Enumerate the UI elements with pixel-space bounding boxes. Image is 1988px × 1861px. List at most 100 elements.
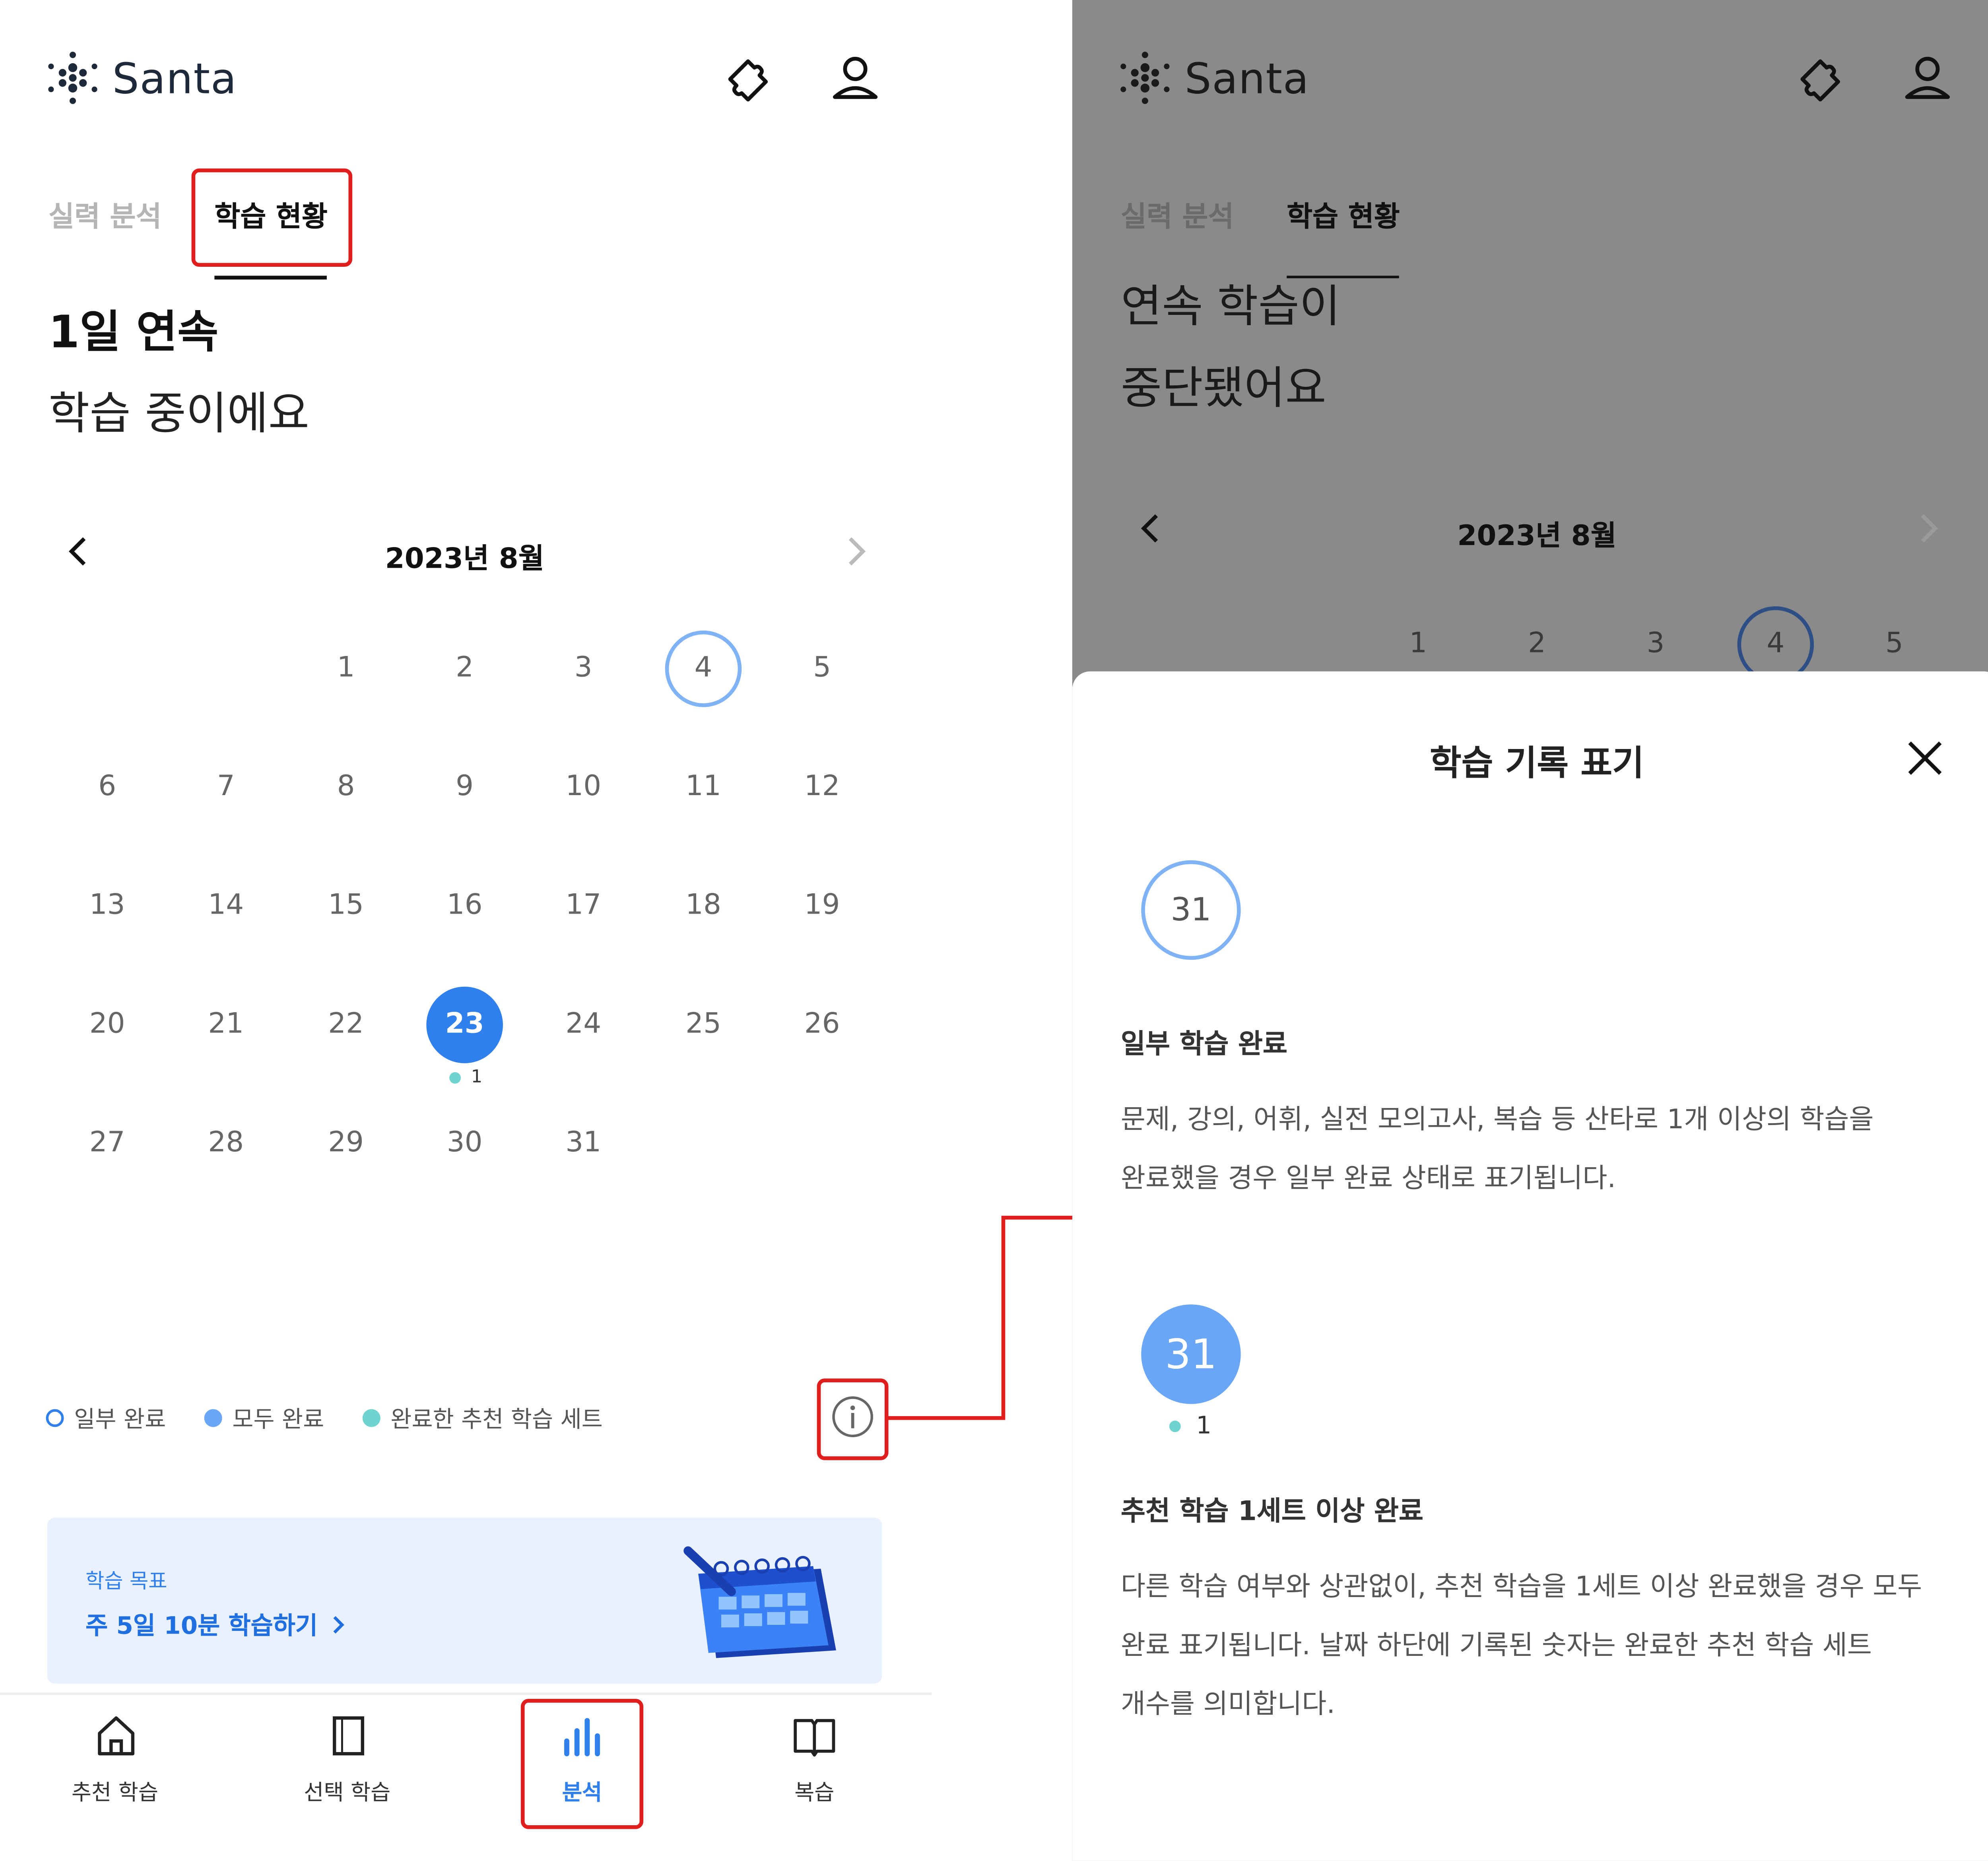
calendar-day[interactable]: 26 bbox=[784, 987, 860, 1063]
nav-recommended-label: 추천 학습 bbox=[71, 1780, 159, 1806]
nav-recommended[interactable]: 추천 학습 bbox=[38, 1710, 191, 1812]
bottom-nav-divider bbox=[0, 1692, 932, 1695]
calendar-day-partial[interactable]: 4 bbox=[665, 630, 742, 707]
right-screen: Santa 실력 분석 학습 현황 연속 학습이 중단됐어요 2023년 8월 … bbox=[1072, 0, 1988, 1861]
santa-logo-dimmed: Santa bbox=[1118, 49, 1309, 107]
calendar-legend: 일부 완료 모두 완료 완료한 추천 학습 세트 bbox=[46, 1401, 603, 1434]
santa-logo-icon bbox=[48, 52, 97, 104]
prev-month-button bbox=[1134, 510, 1169, 546]
legend-partial: 일부 완료 bbox=[46, 1401, 166, 1434]
streak-broken-line2: 중단됐어요 bbox=[1120, 363, 1326, 415]
day-set-count: 1 bbox=[449, 1067, 482, 1087]
calendar-day[interactable]: 8 bbox=[308, 749, 384, 826]
streak-title: 1일 연속 bbox=[48, 307, 219, 359]
calendar-month-label: 2023년 8월 bbox=[385, 543, 544, 576]
close-icon[interactable] bbox=[1902, 735, 1948, 781]
streak-subtitle: 학습 중이에요 bbox=[48, 389, 309, 441]
highlight-box-info bbox=[817, 1378, 889, 1460]
teal-dot bbox=[449, 1071, 461, 1083]
app-name-dimmed: Santa bbox=[1184, 53, 1310, 103]
calendar-day[interactable]: 16 bbox=[426, 868, 503, 945]
goal-link[interactable]: 주 5일 10분 학습하기 bbox=[85, 1607, 348, 1642]
calendar-day[interactable]: 25 bbox=[665, 987, 742, 1063]
partial-desc-line1: 문제, 강의, 어휘, 실전 모의고사, 복습 등 산타로 1개 이상의 학습을 bbox=[1120, 1104, 1874, 1135]
calendar-day[interactable]: 13 bbox=[69, 868, 146, 945]
example-set-count: 1 bbox=[1169, 1412, 1211, 1440]
calendar-day[interactable]: 1 bbox=[308, 631, 384, 707]
calendar-day[interactable]: 30 bbox=[426, 1105, 503, 1182]
goal-link-text: 주 5일 10분 학습하기 bbox=[85, 1612, 318, 1640]
calendar-day[interactable]: 29 bbox=[308, 1105, 384, 1182]
tab-skill-analysis[interactable]: 실력 분석 bbox=[49, 194, 162, 235]
active-tab-underline bbox=[214, 276, 327, 280]
streak-broken-line1: 연속 학습이 bbox=[1120, 282, 1341, 333]
calendar-day[interactable]: 17 bbox=[545, 868, 622, 945]
legend-info-sheet: 학습 기록 표기 31 일부 학습 완료 문제, 강의, 어휘, 실전 모의고사… bbox=[1072, 671, 1988, 1861]
full-heading: 추천 학습 1세트 이상 완료 bbox=[1120, 1496, 1423, 1527]
calendar-day[interactable]: 18 bbox=[665, 868, 742, 945]
santa-logo-icon bbox=[1120, 52, 1170, 104]
calendar-day[interactable]: 15 bbox=[308, 868, 384, 945]
calendar-day[interactable]: 7 bbox=[188, 749, 264, 826]
teal-dot bbox=[1169, 1420, 1181, 1432]
calendar-day[interactable]: 6 bbox=[69, 749, 146, 826]
profile-icon[interactable] bbox=[827, 51, 883, 107]
legend-full: 모두 완료 bbox=[204, 1401, 324, 1434]
nav-review-label: 복습 bbox=[794, 1780, 835, 1806]
tab-skill-analysis-dimmed: 실력 분석 bbox=[1120, 202, 1234, 234]
legend-sets-label: 완료한 추천 학습 세트 bbox=[390, 1406, 603, 1434]
legend-full-label: 모두 완료 bbox=[232, 1406, 324, 1434]
calendar-day[interactable]: 10 bbox=[545, 749, 622, 826]
legend-partial-marker bbox=[46, 1409, 64, 1427]
chevron-right-icon bbox=[333, 1615, 344, 1633]
calendar-day[interactable]: 9 bbox=[426, 749, 503, 826]
example-partial-day: 31 bbox=[1141, 860, 1241, 960]
full-desc-line2: 완료 표기됩니다. 날짜 하단에 기록된 숫자는 완료한 추천 학습 세트 bbox=[1120, 1630, 1872, 1661]
santa-logo[interactable]: Santa bbox=[46, 49, 237, 107]
calendar-day[interactable]: 11 bbox=[665, 749, 742, 826]
panel-gap bbox=[932, 0, 1072, 1861]
calendar-day[interactable]: 21 bbox=[188, 987, 264, 1063]
left-screen: Santa 실력 분석 학습 현황 1일 연속 학습 중이에요 2023년 8월 bbox=[0, 0, 932, 1861]
calendar-day[interactable]: 14 bbox=[188, 868, 264, 945]
next-month-button bbox=[1910, 510, 1945, 546]
goal-card[interactable]: 학습 목표 주 5일 10분 학습하기 bbox=[47, 1518, 882, 1684]
ticket-icon bbox=[1792, 51, 1848, 107]
calendar-day-full[interactable]: 23 bbox=[426, 986, 503, 1063]
calendar-day[interactable]: 24 bbox=[545, 987, 622, 1063]
ticket-icon[interactable] bbox=[720, 51, 776, 107]
nav-selected[interactable]: 선택 학습 bbox=[271, 1710, 424, 1812]
profile-icon bbox=[1899, 51, 1955, 107]
full-desc-line3: 개수를 의미합니다. bbox=[1120, 1688, 1335, 1719]
legend-full-marker bbox=[204, 1409, 222, 1427]
calendar-month-label-dimmed: 2023년 8월 bbox=[1457, 520, 1617, 553]
calendar-day[interactable]: 28 bbox=[188, 1105, 264, 1182]
calendar-day[interactable]: 19 bbox=[784, 868, 860, 945]
prev-month-button[interactable] bbox=[61, 534, 97, 569]
home-icon bbox=[98, 1716, 135, 1756]
calendar-day[interactable]: 2 bbox=[426, 631, 503, 707]
open-book-icon bbox=[794, 1719, 835, 1757]
partial-heading: 일부 학습 완료 bbox=[1120, 1028, 1287, 1060]
calendar-illustration bbox=[683, 1546, 836, 1658]
highlight-box-tab bbox=[191, 168, 353, 267]
nav-selected-label: 선택 학습 bbox=[304, 1780, 391, 1806]
calendar-day[interactable]: 20 bbox=[69, 987, 146, 1063]
calendar-day[interactable]: 22 bbox=[308, 987, 384, 1063]
goal-label: 학습 목표 bbox=[85, 1568, 167, 1593]
calendar-day[interactable]: 27 bbox=[69, 1105, 146, 1182]
calendar-day[interactable]: 3 bbox=[545, 631, 622, 707]
calendar-day[interactable]: 5 bbox=[784, 631, 860, 707]
partial-desc-line2: 완료했을 경우 일부 완료 상태로 표기됩니다. bbox=[1120, 1162, 1616, 1193]
sheet-title: 학습 기록 표기 bbox=[1430, 744, 1644, 784]
calendar-day[interactable]: 12 bbox=[784, 749, 860, 826]
nav-review[interactable]: 복습 bbox=[738, 1710, 891, 1812]
calendar-day[interactable]: 31 bbox=[545, 1105, 622, 1182]
tab-learning-status-dimmed: 학습 현황 bbox=[1287, 202, 1400, 234]
legend-partial-label: 일부 완료 bbox=[74, 1406, 166, 1434]
next-month-button[interactable] bbox=[837, 534, 873, 569]
full-desc-line1: 다른 학습 여부와 상관없이, 추천 학습을 1세트 이상 완료했을 경우 모두 bbox=[1120, 1571, 1922, 1602]
example-full-day: 31 bbox=[1141, 1304, 1241, 1404]
book-icon bbox=[332, 1716, 364, 1756]
legend-sets-marker bbox=[362, 1409, 381, 1427]
